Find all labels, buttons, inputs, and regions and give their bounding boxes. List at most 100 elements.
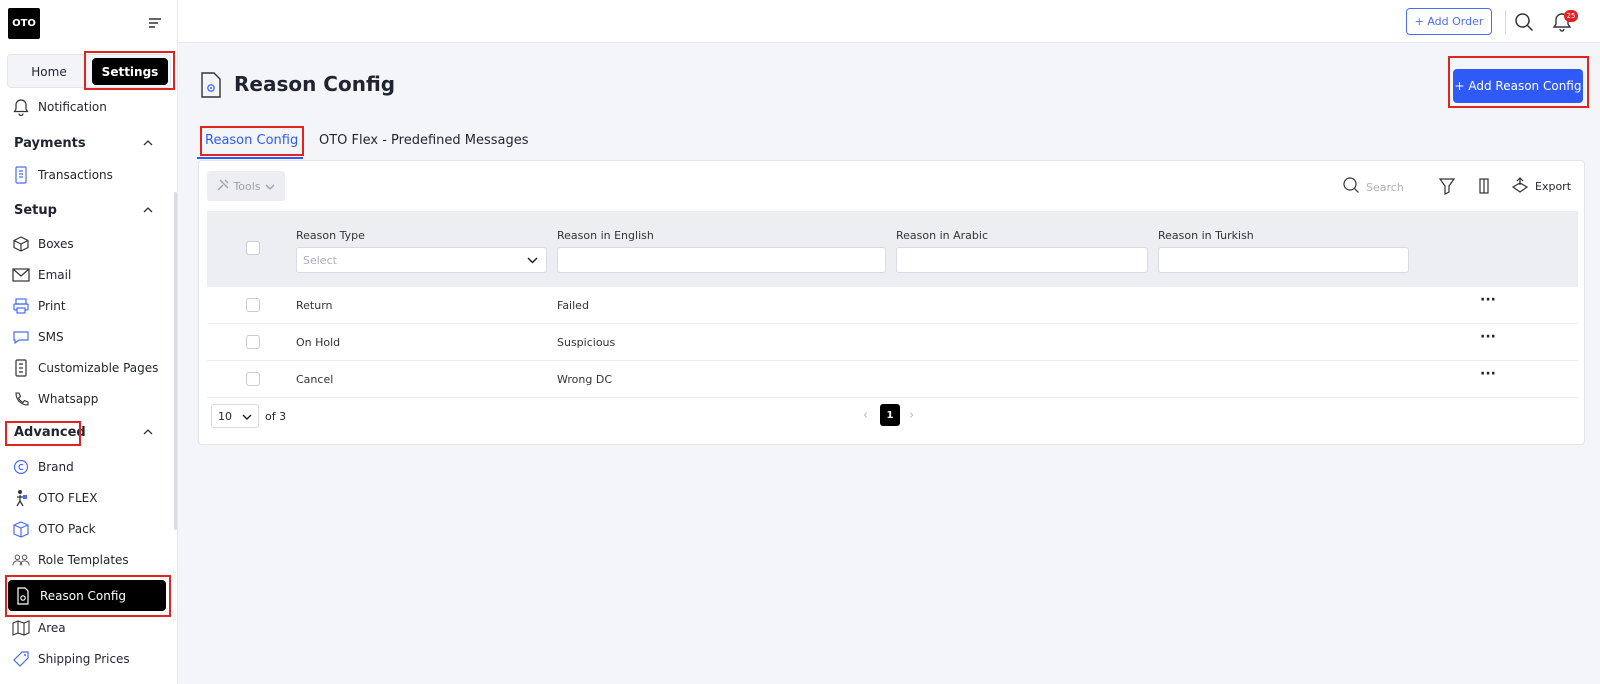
notification-count-badge: 25 [1564,10,1578,22]
mail-icon [12,266,30,284]
oto-logo[interactable]: OTO [8,8,40,39]
cell-reason-english: Suspicious [557,336,616,349]
chevron-down-icon [265,180,275,193]
filter-icon[interactable] [1438,177,1456,195]
tools-icon [217,179,229,194]
sms-icon [12,328,30,346]
sidebar-item-oto-pack[interactable]: OTO Pack [12,517,164,541]
cell-reason-type: On Hold [296,336,341,349]
sidebar-item-label: Role Templates [38,553,129,567]
copyright-icon [12,458,30,476]
sidebar-item-label: Notification [38,100,107,114]
chevron-up-icon [142,136,154,151]
sidebar-item-label: OTO FLEX [38,491,98,505]
reason-type-filter-select[interactable]: Select [296,247,547,273]
column-header-reason-type: Reason Type [296,229,365,242]
transactions-icon [12,166,30,184]
reason-english-filter-input[interactable] [557,247,886,273]
page-title: Reason Config [234,72,396,96]
row-more-icon[interactable]: ··· [1478,367,1498,385]
column-header-reason-arabic: Reason in Arabic [896,229,988,242]
chevron-up-icon [142,425,154,440]
chevron-down-icon [527,254,538,267]
users-icon [12,551,30,569]
reason-turkish-filter-input[interactable] [1158,247,1409,273]
column-header-reason-english: Reason in English [557,229,654,242]
sidebar-item-email[interactable]: Email [12,263,164,287]
page-size-select[interactable]: 10 [211,404,259,428]
sidebar-item-label: Brand [38,460,74,474]
sidebar-item-area[interactable]: Area [12,616,164,640]
table-header: Reason Type Reason in English Reason in … [207,211,1578,287]
tab-reason-config[interactable]: Reason Config [205,133,298,148]
sidebar-item-boxes[interactable]: Boxes [12,232,164,256]
table-row[interactable]: On Hold Suspicious ··· [207,324,1578,361]
sidebar-item-role-templates[interactable]: Role Templates [12,548,164,572]
sidebar-item-label: Whatsapp [38,392,99,406]
courier-icon [12,489,30,507]
sidebar-item-notification[interactable]: Notification [12,95,164,119]
page-count-text: of 3 [265,410,287,423]
select-placeholder: Select [303,253,337,267]
phone-icon [12,390,30,408]
advanced-section-header[interactable]: Advanced [14,425,154,440]
search-placeholder: Search [1366,180,1404,194]
tools-button[interactable]: Tools [207,171,285,201]
export-button[interactable]: Export [1511,177,1571,196]
columns-icon[interactable] [1477,177,1491,195]
reason-arabic-filter-input[interactable] [896,247,1148,273]
select-all-checkbox[interactable] [246,241,260,255]
sidebar-item-transactions[interactable]: Transactions [12,163,164,187]
row-more-icon[interactable]: ··· [1478,293,1498,311]
sidebar-item-label: Print [38,299,66,313]
sidebar-item-label: Transactions [38,168,113,182]
cell-reason-english: Failed [557,299,589,312]
tab-oto-flex-predefined-messages[interactable]: OTO Flex - Predefined Messages [319,133,529,148]
sidebar-item-label: Customizable Pages [38,361,159,375]
tag-icon [12,650,30,668]
home-settings-switcher: Home Settings [7,54,171,88]
sidebar-item-print[interactable]: Print [12,294,164,318]
payments-section-header[interactable]: Payments [14,136,154,151]
active-tab-indicator [197,157,303,159]
previous-page-icon[interactable]: ‹ [863,408,868,423]
current-page-button[interactable]: 1 [880,404,900,426]
sidebar-item-label: Reason Config [40,588,127,603]
table-search[interactable]: Search [1343,177,1404,197]
row-checkbox[interactable] [246,372,260,386]
setup-section-header[interactable]: Setup [14,203,154,218]
row-more-icon[interactable]: ··· [1478,330,1498,348]
table-row[interactable]: Cancel Wrong DC ··· [207,361,1578,398]
cell-reason-type: Cancel [296,373,334,386]
sidebar-item-whatsapp[interactable]: Whatsapp [12,387,164,411]
sidebar: OTO Home Settings Notification Payments … [0,0,178,684]
row-checkbox[interactable] [246,298,260,312]
search-icon [1343,177,1360,197]
reason-config-table-card: Tools Search Export Reason Type Reason i… [198,160,1585,445]
next-page-icon[interactable]: › [909,408,914,423]
search-icon[interactable] [1514,12,1534,32]
document-settings-icon [200,72,222,98]
sidebar-item-customizable-pages[interactable]: Customizable Pages [12,356,164,380]
sidebar-item-oto-flex[interactable]: OTO FLEX [12,486,164,510]
sidebar-scrollbar[interactable] [174,192,177,530]
divider [1505,10,1506,34]
export-label: Export [1535,180,1572,193]
sidebar-item-sms[interactable]: SMS [12,325,164,349]
add-order-button[interactable]: + Add Order [1406,8,1492,35]
page-size-value: 10 [218,409,232,423]
row-checkbox[interactable] [246,335,260,349]
sidebar-item-brand[interactable]: Brand [12,455,164,479]
sidebar-item-label: SMS [38,330,64,344]
settings-tab[interactable]: Settings [92,58,168,85]
tools-label: Tools [233,179,261,193]
add-reason-config-button[interactable]: + Add Reason Config [1453,69,1583,103]
table-row[interactable]: Return Failed ··· [207,287,1578,324]
section-title: Setup [14,203,57,218]
box-icon [12,235,30,253]
package-icon [12,520,30,538]
sidebar-collapse-icon[interactable] [146,15,164,31]
sidebar-item-shipping-prices[interactable]: Shipping Prices [12,647,164,671]
sidebar-item-reason-config[interactable]: Reason Config [8,580,166,611]
home-tab[interactable]: Home [12,59,86,84]
